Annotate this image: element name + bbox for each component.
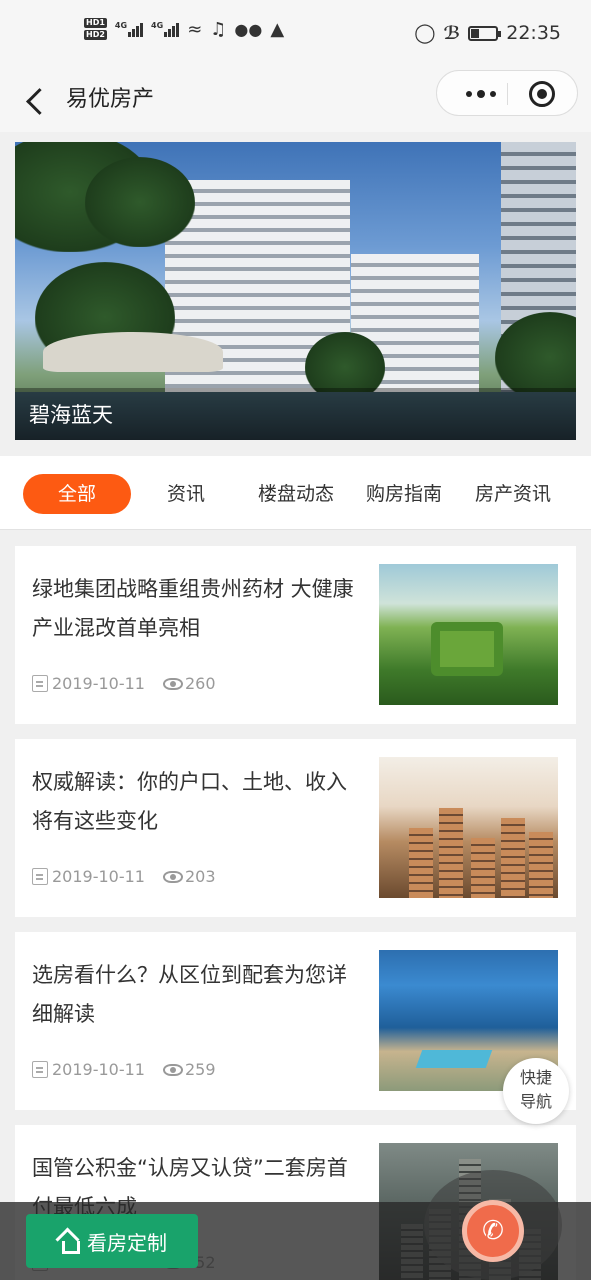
hd2-badge: HD2 — [84, 30, 107, 40]
article-thumbnail — [379, 564, 558, 705]
category-tabs: 全部 资讯 楼盘动态 购房指南 房产资讯 — [0, 456, 591, 530]
article-meta: 2019-10-11 259 — [32, 1060, 216, 1079]
article-title: 权威解读：你的户口、土地、收入将有这些变化 — [32, 770, 347, 833]
page-title: 易优房产 — [66, 87, 155, 112]
phone-icon[interactable]: ✆ — [462, 1200, 524, 1262]
banner-palm — [85, 157, 195, 247]
wechat-icon: ●● — [234, 19, 263, 39]
article-card[interactable]: 绿地集团战略重组贵州药材 大健康产业混改首单亮相 2019-10-11 260 — [15, 546, 576, 724]
hd-badges: HD1 HD2 — [84, 18, 107, 40]
close-target-icon[interactable] — [529, 81, 555, 107]
tab-news[interactable]: 资讯 — [140, 474, 232, 514]
article-date: 2019-10-11 — [52, 674, 145, 693]
eye-icon — [162, 677, 183, 690]
banner-caption: 碧海蓝天 — [29, 403, 113, 427]
qq-icon: ▲ — [270, 18, 285, 40]
article-views: 259 — [184, 1060, 216, 1079]
more-dots-icon[interactable] — [455, 71, 507, 117]
article-title: 绿地集团战略重组贵州药材 大健康产业混改首单亮相 — [32, 577, 354, 640]
article-views: 203 — [184, 867, 216, 886]
battery-icon — [468, 25, 502, 41]
hero-banner[interactable]: 碧海蓝天 — [15, 142, 576, 440]
listen-icon: ♫ — [210, 18, 227, 40]
banner-umbrella — [43, 332, 223, 372]
article-meta: 2019-10-11 260 — [32, 674, 216, 693]
eye-icon — [162, 1063, 183, 1076]
eye-icon — [162, 870, 183, 883]
quick-nav-line2: 导航 — [519, 1092, 552, 1111]
miniprogram-capsule — [436, 70, 578, 116]
back-chevron-icon[interactable] — [22, 78, 46, 122]
signal-2-icon: 4G — [151, 21, 180, 37]
tab-property-news[interactable]: 房产资讯 — [460, 474, 566, 514]
alarm-icon: ◯ — [414, 22, 436, 44]
article-card[interactable]: 选房看什么？从区位到配套为您详细解读 2019-10-11 259 — [15, 932, 576, 1110]
tab-buying-guide[interactable]: 购房指南 — [352, 474, 456, 514]
article-title: 选房看什么？从区位到配套为您详细解读 — [32, 963, 347, 1026]
network-1-label: 4G — [114, 21, 128, 30]
status-bar: HD1 HD2 4G 4G ≈ ♫ ●● ▲ ◯ ℬ 22:35 — [0, 0, 591, 68]
nav-bar: 易优房产 — [0, 68, 591, 132]
article-thumbnail — [379, 757, 558, 898]
quick-nav-button[interactable]: 快捷 导航 — [503, 1058, 569, 1124]
bluetooth-icon: ℬ — [443, 22, 461, 44]
article-views: 260 — [184, 674, 216, 693]
calendar-icon — [32, 868, 48, 885]
signal-1-icon: 4G — [114, 21, 144, 37]
calendar-icon — [32, 1061, 48, 1078]
tab-project-updates[interactable]: 楼盘动态 — [244, 474, 348, 514]
article-card[interactable]: 权威解读：你的户口、土地、收入将有这些变化 2019-10-11 203 — [15, 739, 576, 917]
article-meta: 2019-10-11 203 — [32, 867, 216, 886]
custom-viewing-label: 看房定制 — [87, 1230, 167, 1255]
custom-viewing-button[interactable]: 看房定制 — [26, 1214, 198, 1268]
status-time: 22:35 — [506, 22, 561, 44]
calendar-icon — [32, 675, 48, 692]
status-right: ◯ ℬ 22:35 — [414, 22, 561, 44]
wifi-icon: ≈ — [187, 18, 203, 40]
hd1-badge: HD1 — [84, 18, 107, 28]
tab-all[interactable]: 全部 — [23, 474, 131, 514]
quick-nav-line1: 快捷 — [519, 1068, 552, 1087]
article-date: 2019-10-11 — [52, 867, 145, 886]
status-left: HD1 HD2 4G 4G ≈ ♫ ●● ▲ — [84, 18, 284, 40]
network-2-label: 4G — [151, 21, 164, 30]
house-icon — [57, 1231, 80, 1254]
capsule-divider — [507, 83, 508, 105]
article-date: 2019-10-11 — [52, 1060, 145, 1079]
